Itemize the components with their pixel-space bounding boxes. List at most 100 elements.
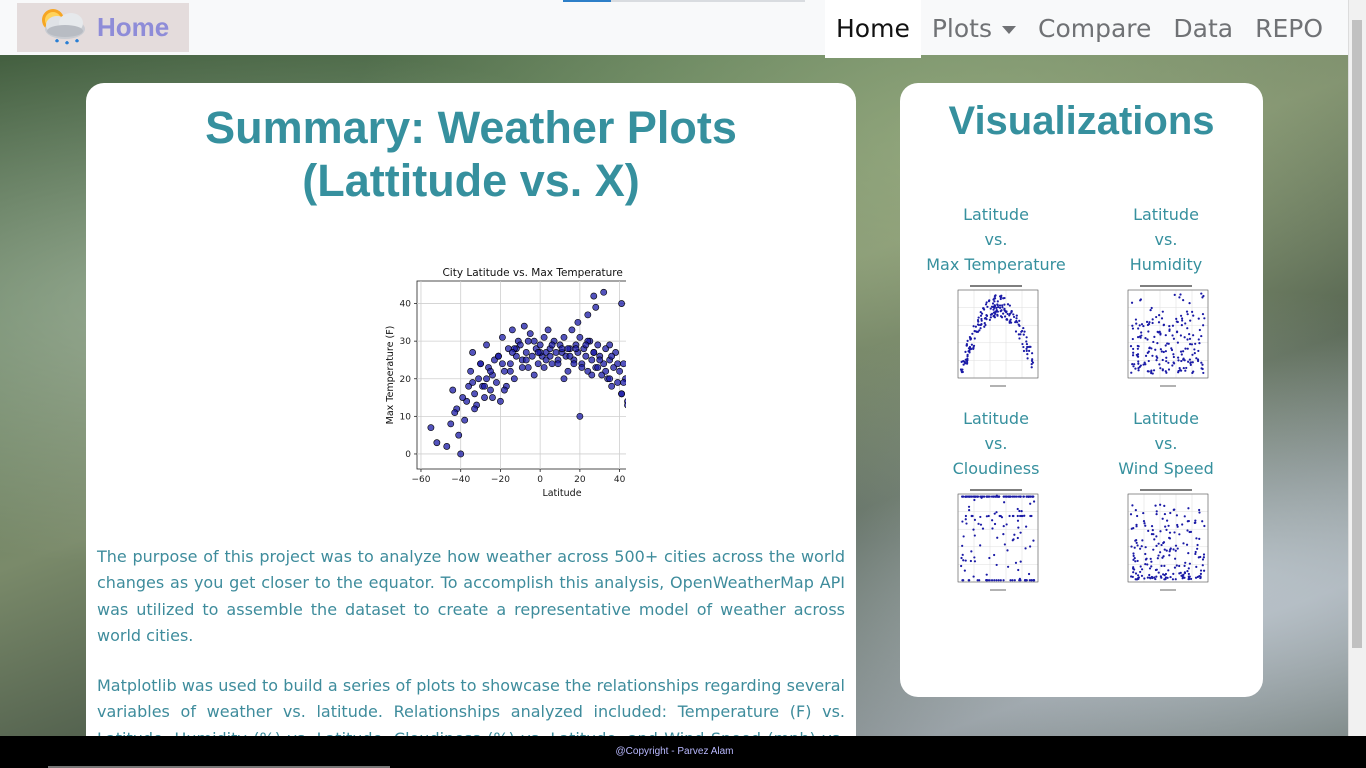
data-point — [451, 409, 459, 416]
viz-label-line2: vs. — [1154, 434, 1178, 453]
home-brand-link[interactable]: Home — [17, 3, 189, 52]
thumbnail-point — [1188, 337, 1192, 340]
thumbnail-point — [1134, 509, 1137, 512]
data-point — [614, 360, 622, 368]
thumbnail-point — [1177, 369, 1180, 373]
thumbnail-point — [1182, 357, 1185, 360]
viz-link-cloudiness[interactable]: Latitude vs. Cloudiness — [911, 406, 1081, 594]
thumbnail-point — [965, 522, 968, 525]
thumbnail-point — [1180, 353, 1183, 356]
thumbnail-point — [1005, 523, 1008, 526]
data-point — [606, 341, 614, 349]
thumbnail-point — [1017, 333, 1020, 336]
thumbnail-point — [972, 347, 975, 350]
thumbnail-point — [1162, 350, 1165, 354]
thumbnail-point — [1202, 324, 1205, 327]
thumbnail-point — [1191, 310, 1194, 313]
thumbnail-point — [1022, 333, 1025, 336]
scrollbar-thumb[interactable] — [1352, 20, 1362, 648]
thumbnail-point — [998, 304, 1002, 307]
data-point — [524, 337, 532, 345]
thumbnail-point — [967, 350, 970, 353]
thumbnail-point — [1022, 345, 1025, 349]
thumbnail-point — [1172, 361, 1175, 364]
thumbnail-point — [964, 350, 967, 353]
page-title: Summary: Weather Plots (Lattitude vs. X) — [86, 101, 856, 207]
data-point — [455, 431, 463, 439]
data-point — [606, 375, 614, 383]
data-point — [602, 367, 610, 375]
thumbnail-point — [1164, 334, 1167, 337]
data-point — [618, 390, 625, 398]
thumbnail-point — [1182, 573, 1185, 576]
thumbnail-point — [1025, 336, 1028, 339]
thumbnail-point — [1137, 362, 1140, 365]
data-point — [576, 334, 584, 341]
thumbnail-point — [1201, 558, 1205, 561]
nav-plots-label: Plots — [931, 14, 992, 43]
viz-link-wind-speed[interactable]: Latitude vs. Wind Speed — [1081, 406, 1251, 594]
thumbnail-point — [1019, 531, 1022, 534]
thumbnail-point — [1201, 296, 1204, 299]
thumbnail-point — [970, 550, 973, 553]
thumbnail-point — [1005, 495, 1008, 498]
nav-compare-link[interactable]: Compare — [1027, 0, 1162, 58]
thumbnail-point — [1005, 318, 1008, 321]
thumbnail-point — [971, 514, 974, 518]
vertical-scrollbar[interactable] — [1348, 0, 1366, 736]
data-point — [608, 382, 616, 390]
thumbnail-point — [966, 339, 969, 342]
thumbnail-point — [1018, 509, 1021, 513]
thumbnail-point — [1129, 513, 1133, 516]
thumbnail-point — [1017, 568, 1020, 572]
thumbnail-point — [1143, 577, 1146, 580]
thumbnail-point — [1200, 292, 1203, 295]
data-point — [481, 382, 488, 390]
thumbnail-point — [1012, 538, 1015, 541]
data-point — [568, 326, 576, 334]
thumbnail-point — [1147, 330, 1150, 333]
scatter-chart: −60−40−20020406080010203040City Latitude… — [385, 267, 708, 499]
nav-home-link[interactable]: Home — [825, 0, 921, 58]
data-point — [427, 424, 435, 432]
thumbnail-point — [972, 575, 975, 578]
thumbnail-point — [1151, 576, 1154, 580]
viz-link-max-temperature[interactable]: Latitude vs. Max Temperature — [911, 202, 1081, 390]
thumbnail-point — [1134, 539, 1137, 542]
thumbnail-point — [1027, 349, 1031, 352]
thumbnail-point — [1146, 563, 1149, 566]
thumbnail-point — [1172, 548, 1175, 551]
thumbnail-point — [996, 313, 999, 316]
thumbnail-point — [1163, 564, 1166, 567]
nav-plots-dropdown[interactable]: Plots — [921, 0, 1027, 58]
thumbnail-point — [1171, 364, 1174, 367]
thumbnail-point — [1147, 359, 1150, 363]
data-point — [508, 349, 516, 356]
thumbnail-point — [1150, 525, 1154, 528]
nav-data-link[interactable]: Data — [1162, 0, 1244, 58]
thumbnail-point — [994, 312, 997, 315]
thumbnail-point — [1029, 502, 1032, 505]
thumbnail-point — [1202, 371, 1205, 375]
y-tick-label: 40 — [400, 300, 412, 310]
thumbnail-point — [1031, 358, 1034, 361]
thumbnail-point — [1133, 363, 1136, 366]
max-temperature-thumbnail — [950, 284, 1042, 390]
thumbnail-point — [985, 573, 988, 576]
thumbnail-point — [1001, 304, 1004, 307]
thumbnail-point — [994, 294, 997, 297]
data-point — [582, 352, 590, 360]
thumbnail-point — [1164, 576, 1168, 579]
data-point — [520, 322, 528, 330]
thumbnail-point — [1176, 341, 1179, 344]
data-point — [536, 341, 544, 349]
thumbnail-point — [1024, 547, 1027, 550]
nav-repo-link[interactable]: REPO — [1244, 0, 1334, 58]
thumbnail-point — [976, 579, 979, 582]
thumbnail-point — [1158, 363, 1161, 366]
thumbnail-point — [1174, 578, 1177, 581]
thumbnail-point — [1185, 543, 1189, 546]
viz-link-humidity[interactable]: Latitude vs. Humidity — [1081, 202, 1251, 390]
thumbnail-point — [1134, 318, 1138, 321]
thumbnail-point — [993, 522, 997, 526]
